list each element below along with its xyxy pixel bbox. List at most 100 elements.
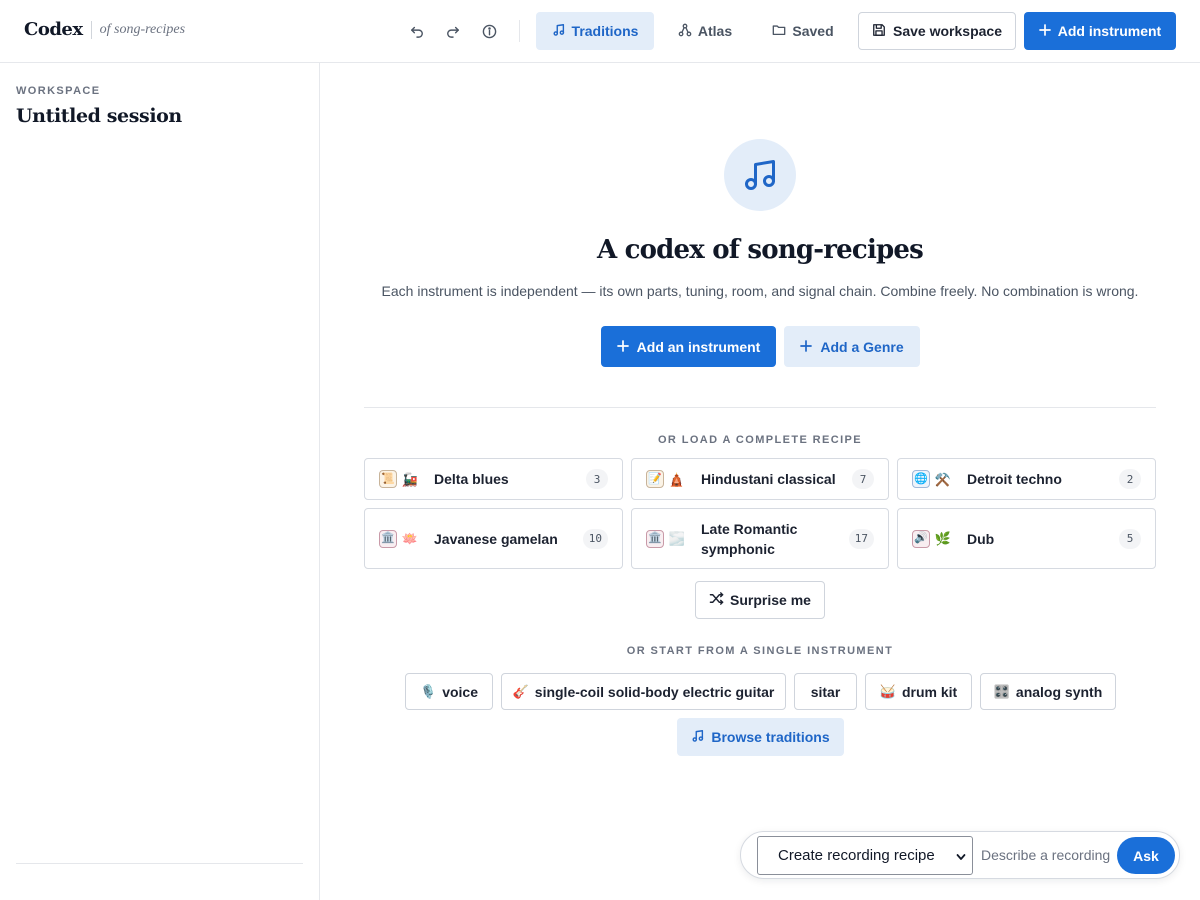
brand: Codex of song-recipes: [24, 19, 185, 40]
top-bar: Codex of song-recipes Traditions Atlas S…: [0, 0, 1200, 63]
recipe-count-badge: 17: [848, 528, 874, 549]
tab-atlas-label: Atlas: [697, 23, 733, 39]
fog-icon: 🌫️: [668, 531, 686, 546]
scroll-icon: 📜: [379, 470, 397, 488]
lotus-icon: 🪷: [401, 531, 419, 546]
recipe-card-dub[interactable]: 🔊 🌿 Dub 5: [897, 508, 1156, 569]
workspace-title[interactable]: Untitled session: [16, 105, 182, 127]
brand-name: Codex: [24, 19, 83, 40]
add-genre-button[interactable]: Add a Genre: [784, 326, 920, 367]
control-knobs-icon: 🎛️: [993, 684, 1010, 699]
music-note-icon: [552, 23, 566, 40]
herb-icon: 🌿: [934, 531, 952, 546]
train-icon: 🚂: [401, 471, 419, 487]
guitar-icon: 🎸: [512, 684, 529, 699]
info-icon[interactable]: [478, 20, 500, 42]
recipe-card-javanese-gamelan[interactable]: 🏛️ 🪷 Javanese gamelan 10: [364, 508, 623, 569]
instrument-chip-drum-kit[interactable]: 🥁 drum kit: [865, 673, 972, 710]
recipe-name: Late Romantic symphonic: [701, 520, 798, 557]
surprise-me-label: Surprise me: [730, 592, 811, 608]
memo-icon: 📝: [646, 470, 664, 488]
recipe-icons: 🏛️ 🌫️: [646, 529, 686, 548]
recipe-count-badge: 5: [1119, 528, 1141, 549]
instrument-chip-label: single-coil solid-body electric guitar: [534, 683, 775, 700]
brand-subtitle: of song-recipes: [99, 21, 186, 37]
page-subtitle: Each instrument is independent — its own…: [381, 283, 1139, 299]
redo-icon[interactable]: [442, 20, 464, 42]
hammer-pick-icon: ⚒️: [934, 471, 952, 487]
recipes-section-label: OR LOAD A COMPLETE RECIPE: [657, 434, 863, 446]
toolbar-divider: [519, 20, 520, 42]
describe-recording-input[interactable]: [981, 840, 1113, 870]
add-an-instrument-button[interactable]: Add an instrument: [601, 326, 776, 367]
recipe-card-delta-blues[interactable]: 📜 🚂 Delta blues 3: [364, 458, 623, 500]
recipe-count-badge: 10: [582, 528, 608, 549]
brand-divider: [90, 20, 92, 39]
recipe-count-badge: 2: [1119, 469, 1141, 489]
recipe-icons: 📜 🚂: [379, 470, 419, 488]
recipe-icons: 🔊 🌿: [912, 529, 952, 548]
workspace-section-label: WORKSPACE: [16, 85, 101, 97]
tab-traditions[interactable]: Traditions: [536, 12, 654, 50]
microphone-icon: 🎙️: [420, 684, 437, 699]
drum-icon: 🥁: [879, 684, 896, 699]
recipe-icons: 🌐 ⚒️: [912, 470, 952, 488]
single-instrument-section-label: OR START FROM A SINGLE INSTRUMENT: [626, 645, 894, 657]
instrument-chip-label: analog synth: [1015, 683, 1103, 700]
instrument-chip-label: drum kit: [901, 683, 958, 700]
folder-icon: [772, 23, 786, 40]
surprise-me-button[interactable]: Surprise me: [695, 581, 825, 619]
music-note-icon: [691, 729, 705, 746]
add-genre-label: Add a Genre: [820, 338, 904, 355]
sidebar-divider: [16, 863, 303, 864]
tab-saved[interactable]: Saved: [760, 12, 846, 50]
page-title: A codex of song-recipes: [596, 235, 924, 265]
mode-select-value: Create recording recipe: [778, 847, 935, 864]
tab-traditions-label: Traditions: [571, 23, 639, 39]
sidebar: WORKSPACE Untitled session: [0, 63, 320, 900]
save-workspace-label: Save workspace: [893, 23, 1002, 39]
undo-icon[interactable]: [406, 20, 428, 42]
tab-atlas[interactable]: Atlas: [666, 12, 744, 50]
browse-traditions-label: Browse traditions: [711, 729, 830, 745]
ask-button[interactable]: Ask: [1117, 837, 1175, 874]
chevron-down-icon: [956, 850, 966, 862]
hero-music-note-icon: [724, 139, 796, 211]
speaker-icon: 🔊: [912, 529, 930, 548]
plus-icon: [1038, 23, 1051, 39]
recipe-card-detroit-techno[interactable]: 🌐 ⚒️ Detroit techno 2: [897, 458, 1156, 500]
graph-icon: [678, 23, 692, 40]
recipe-name: Javanese gamelan: [434, 530, 558, 547]
recipe-card-hindustani-classical[interactable]: 📝 🛕 Hindustani classical 7: [631, 458, 889, 500]
add-instrument-label: Add instrument: [1057, 23, 1162, 39]
globe-icon: 🌐: [912, 470, 930, 488]
instrument-chip-voice[interactable]: 🎙️ voice: [405, 673, 493, 710]
save-icon: [872, 23, 886, 40]
recipe-icons: 📝 🛕: [646, 470, 686, 488]
recipe-name: Hindustani classical: [701, 471, 836, 487]
instrument-chip-sitar[interactable]: sitar: [794, 673, 857, 710]
ask-bar: Create recording recipe Ask: [740, 831, 1180, 879]
instrument-chip-label: voice: [442, 683, 478, 700]
instrument-chip-electric-guitar[interactable]: 🎸 single-coil solid-body electric guitar: [501, 673, 786, 710]
browse-traditions-button[interactable]: Browse traditions: [677, 718, 844, 756]
instrument-chip-label: sitar: [810, 683, 841, 700]
plus-icon: [800, 339, 813, 355]
instrument-chip-analog-synth[interactable]: 🎛️ analog synth: [980, 673, 1116, 710]
add-instrument-button[interactable]: Add instrument: [1024, 12, 1176, 50]
recipe-icons: 🏛️ 🪷: [379, 529, 419, 548]
add-an-instrument-label: Add an instrument: [636, 338, 761, 355]
classical-building-icon: 🏛️: [379, 529, 397, 548]
recipe-count-badge: 7: [852, 469, 874, 489]
recipe-card-late-romantic-symphonic[interactable]: 🏛️ 🌫️ Late Romantic symphonic 17: [631, 508, 889, 569]
recipe-name: Delta blues: [434, 471, 509, 487]
temple-icon: 🛕: [668, 471, 686, 487]
shuffle-icon: [709, 591, 724, 609]
plus-icon: [616, 339, 629, 355]
recipe-name: Dub: [967, 530, 995, 547]
recipe-count-badge: 3: [586, 469, 608, 489]
classical-building-icon: 🏛️: [646, 529, 664, 548]
save-workspace-button[interactable]: Save workspace: [858, 12, 1016, 50]
recipe-name: Detroit techno: [967, 471, 1062, 487]
mode-select[interactable]: Create recording recipe: [757, 836, 973, 875]
